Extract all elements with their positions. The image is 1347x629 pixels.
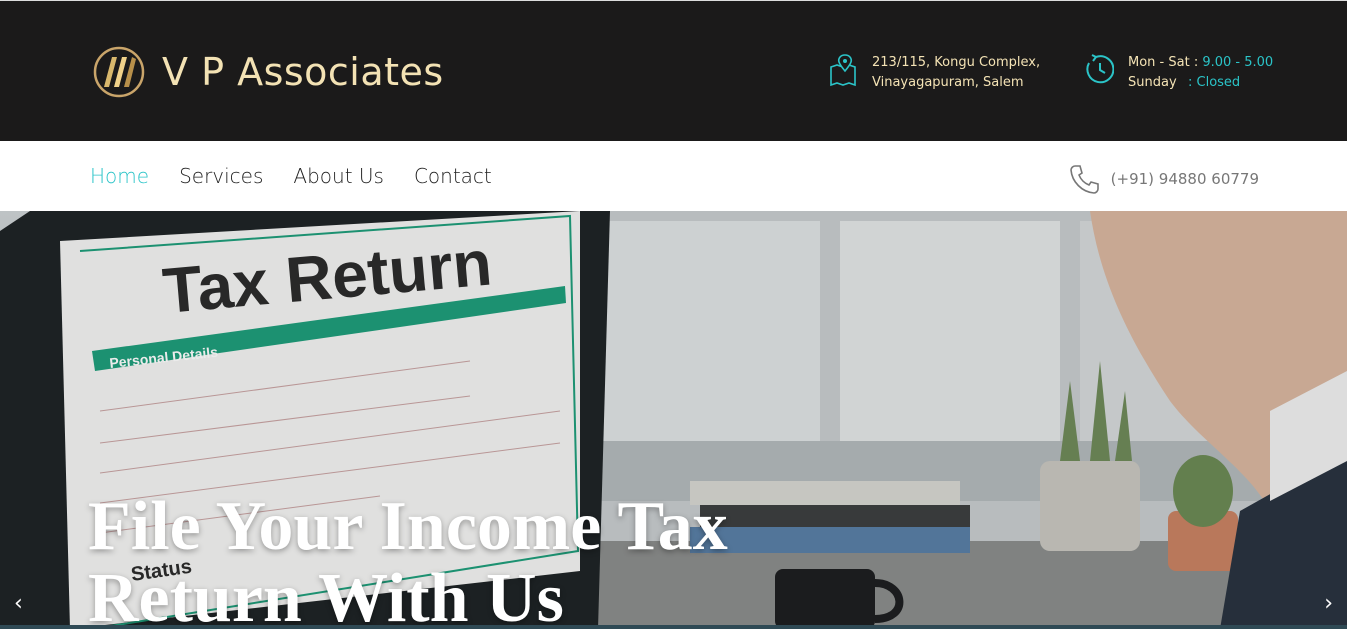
slider-next-icon[interactable]: › — [1324, 591, 1333, 616]
main-nav: Home Services About Us Contact — [90, 163, 522, 189]
map-pin-icon — [830, 54, 856, 87]
brand-logo[interactable]: V P Associates — [90, 45, 444, 99]
sunday-label: Sunday — [1128, 75, 1177, 90]
hero-slider: Tax Return Personal Details Status File … — [0, 211, 1347, 629]
address-info: 213/115, Kongu Complex, Vinayagapuram, S… — [828, 53, 1040, 93]
weekday-hours: 9.00 - 5.00 — [1202, 55, 1274, 70]
slider-prev-icon[interactable]: ‹ — [14, 591, 23, 616]
top-header: V P Associates 213/115, Kongu Complex, V… — [0, 0, 1347, 141]
nav-services[interactable]: Services — [179, 163, 263, 189]
nav-home[interactable]: Home — [90, 163, 149, 189]
address-line-1: 213/115, Kongu Complex, — [872, 55, 1041, 70]
clock-icon — [1086, 54, 1114, 84]
nav-about-us[interactable]: About Us — [293, 163, 384, 189]
nav-contact[interactable]: Contact — [414, 163, 492, 189]
phone-number: (+91) 94880 60779 — [1110, 170, 1259, 188]
phone-icon — [1069, 165, 1099, 194]
main-navbar: Home Services About Us Contact (+91) 948… — [0, 141, 1347, 211]
hero-title: File Your Income Tax Return With Us — [88, 488, 728, 629]
slider-progress-bar — [0, 625, 1347, 629]
sunday-status: : Closed — [1188, 75, 1241, 90]
weekday-label: Mon - Sat : — [1128, 55, 1203, 70]
address-line-2: Vinayagapuram, Salem — [872, 75, 1024, 90]
phone-contact[interactable]: (+91) 94880 60779 — [1069, 163, 1259, 195]
hours-info: Mon - Sat : 9.00 - 5.00 Sunday : Closed — [1084, 53, 1273, 93]
brand-name: V P Associates — [162, 50, 444, 94]
brand-logo-icon — [93, 46, 145, 98]
